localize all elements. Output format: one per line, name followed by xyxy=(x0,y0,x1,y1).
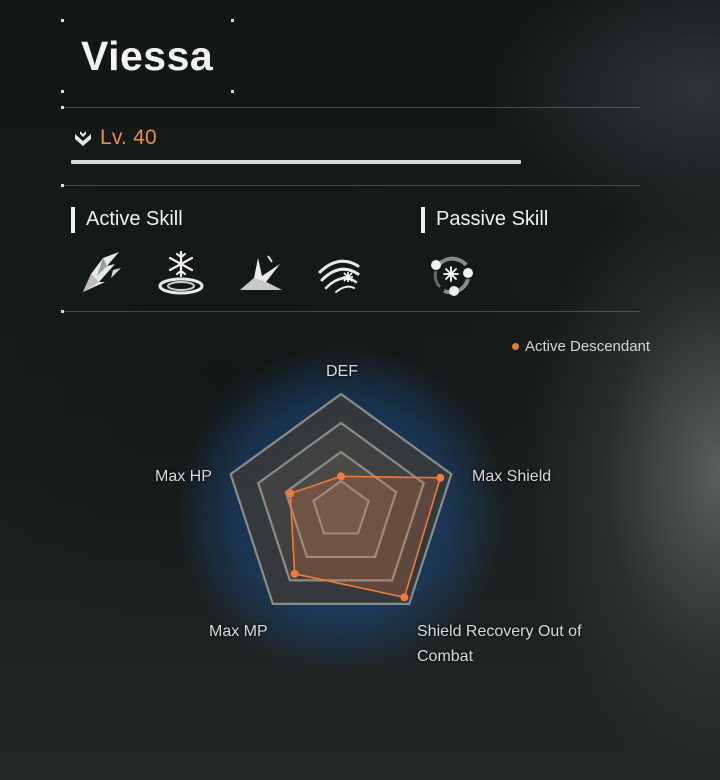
axis-label-def: DEF xyxy=(326,363,358,380)
series-point-4 xyxy=(290,569,299,578)
series-point-5 xyxy=(286,489,295,498)
series-point-2 xyxy=(436,473,445,482)
series-point-3 xyxy=(400,593,409,602)
axis-label-shield-recovery: Shield Recovery Out of Combat xyxy=(417,623,582,665)
series-point-1 xyxy=(337,472,345,481)
axis-label-max-hp: Max HP xyxy=(155,468,212,485)
descendant-info-panel: Viessa Lv. 40 Active Skill Passive Skill… xyxy=(0,0,720,780)
stat-radar-chart xyxy=(176,345,506,675)
axis-label-max-mp: Max MP xyxy=(209,623,268,640)
axis-label-max-shield: Max Shield xyxy=(472,468,552,485)
